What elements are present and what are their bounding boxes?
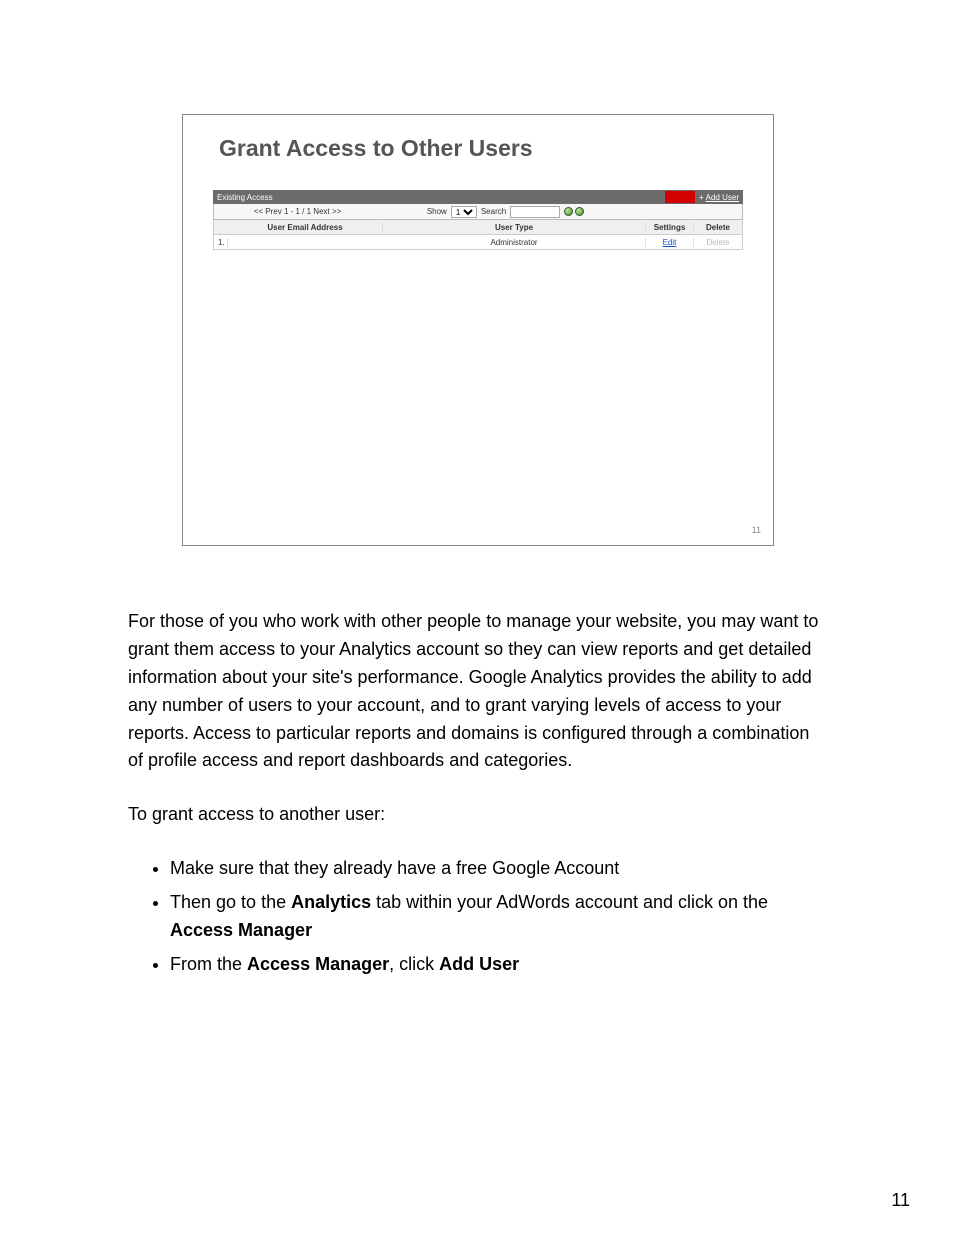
pager: << Prev 1 - 1 / 1 Next >>	[220, 207, 375, 216]
row-type: Administrator	[383, 238, 646, 247]
toolbar: << Prev 1 - 1 / 1 Next >> Show 10 Search	[213, 204, 743, 220]
row-num: 1.	[214, 238, 228, 247]
grid-header-row: User Email Address User Type Settings De…	[213, 220, 743, 235]
add-user-link[interactable]: Add User	[706, 193, 739, 202]
table-row: 1. Administrator Edit Delete	[213, 235, 743, 250]
search-label: Search	[481, 207, 506, 216]
col-settings: Settings	[646, 223, 694, 232]
col-email: User Email Address	[228, 223, 383, 232]
panel-title: Existing Access	[217, 193, 273, 202]
col-type: User Type	[383, 223, 646, 232]
paragraph-1: For those of you who work with other peo…	[128, 608, 828, 775]
search-icons	[564, 207, 584, 216]
slide-page-number: 11	[752, 525, 761, 535]
search-go-icon[interactable]	[564, 207, 573, 216]
pager-range: 1 - 1 / 1	[284, 207, 311, 216]
document-body: For those of you who work with other peo…	[128, 608, 828, 985]
col-delete: Delete	[694, 223, 742, 232]
next-link[interactable]: Next >>	[313, 207, 341, 216]
search-input[interactable]	[510, 206, 560, 218]
slide-frame: Grant Access to Other Users Existing Acc…	[182, 114, 774, 546]
list-item: Make sure that they already have a free …	[170, 855, 828, 883]
search-clear-icon[interactable]	[575, 207, 584, 216]
list-item: Then go to the Analytics tab within your…	[170, 889, 828, 945]
page-number: 11	[891, 1190, 910, 1211]
panel-header: Existing Access + Add User	[213, 190, 743, 204]
instruction-list: Make sure that they already have a free …	[170, 855, 828, 979]
list-item: From the Access Manager, click Add User	[170, 951, 828, 979]
slide-title: Grant Access to Other Users	[219, 135, 743, 162]
show-label: Show	[427, 207, 447, 216]
delete-disabled: Delete	[706, 238, 729, 247]
show-search-group: Show 10 Search	[375, 206, 636, 218]
edit-link[interactable]: Edit	[663, 238, 677, 247]
access-panel: Existing Access + Add User << Prev 1 - 1…	[213, 190, 743, 250]
prev-link[interactable]: << Prev	[254, 207, 282, 216]
show-select[interactable]: 10	[451, 206, 477, 218]
highlight-box	[665, 191, 695, 203]
list-intro: To grant access to another user:	[128, 801, 828, 829]
plus-icon: +	[699, 193, 704, 202]
